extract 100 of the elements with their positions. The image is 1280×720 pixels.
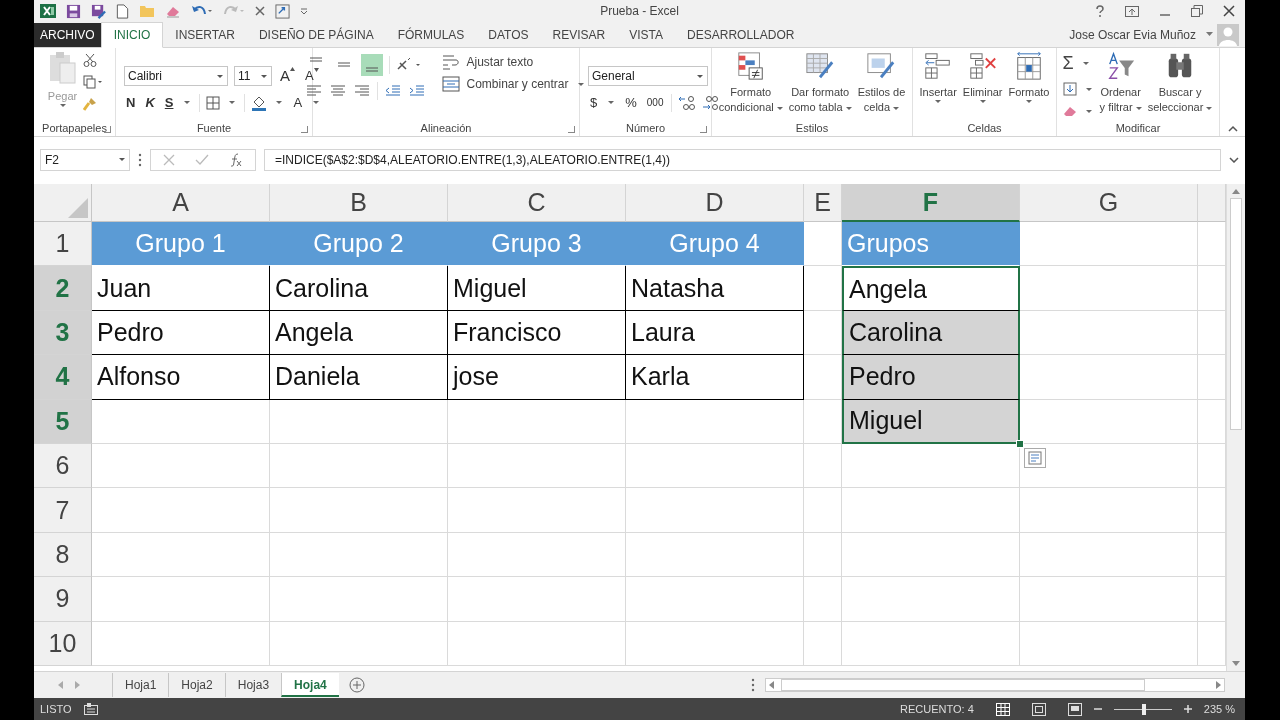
increase-indent-icon[interactable] [408,84,427,98]
row-header[interactable]: 6 [34,443,92,489]
fill-down-icon[interactable] [1062,82,1077,96]
number-format-dropdown[interactable]: General [588,65,708,86]
copy-icon[interactable] [82,75,103,89]
row-header[interactable]: 7 [34,488,92,533]
caret-icon[interactable] [1206,32,1213,37]
column-header[interactable]: G [1020,184,1198,222]
font-name-dropdown[interactable]: Calibri [124,65,228,86]
help-icon[interactable] [1095,5,1105,17]
style-command-button[interactable]: Formato condicional [717,51,784,115]
align-center-icon[interactable] [329,84,348,98]
column-header[interactable]: D [626,184,804,222]
vertical-scrollbar[interactable] [1226,184,1245,671]
sheet-tab[interactable]: Hoja2 [168,673,225,697]
ribbon-tab[interactable]: VISTA [617,23,676,47]
row-header[interactable]: 1 [34,222,92,267]
vertical-align-icon[interactable] [361,54,384,76]
decrease-decimal-icon[interactable] [702,94,721,111]
wrap-text-button[interactable]: Ajustar texto [442,54,587,70]
ribbon-display-icon[interactable] [1125,5,1139,17]
editing-command-button[interactable]: Ordenar y filtrar [1098,51,1143,115]
normal-view-icon[interactable] [995,702,1010,716]
previous-sheet-icon[interactable] [58,681,64,689]
align-left-icon[interactable] [305,84,324,98]
save-as-icon[interactable] [91,3,106,19]
format-painter-icon[interactable] [82,97,97,111]
italic-button[interactable]: K [143,95,157,110]
more-options-icon[interactable] [138,152,142,167]
percent-button[interactable]: % [623,95,639,110]
page-break-icon[interactable] [1067,702,1082,716]
eraser-icon[interactable] [165,4,181,18]
zoom-out-icon[interactable] [1093,705,1102,713]
scroll-right-icon[interactable] [1215,681,1221,689]
merge-center-button[interactable]: Combinar y centrar [442,76,587,92]
zoom-slider-thumb[interactable] [1141,703,1146,715]
sheet-tab[interactable]: Hoja4 [281,673,339,697]
bold-button[interactable]: N [124,95,138,110]
borders-icon[interactable] [206,95,221,110]
style-command-button[interactable]: Estilos de celda [856,51,907,115]
user-name[interactable]: Jose Oscar Evia Muñoz [1069,27,1196,42]
cells-command-button[interactable]: Eliminar [961,51,1004,103]
check-icon[interactable] [195,153,209,166]
decrease-indent-icon[interactable] [384,84,403,98]
zoom-level[interactable]: 235 % [1203,703,1235,715]
column-header[interactable]: B [270,184,448,222]
scroll-thumb[interactable] [1230,198,1242,430]
fill-handle[interactable] [1016,439,1024,448]
font-size-dropdown[interactable]: 11 [234,65,272,86]
macro-record-icon[interactable] [83,703,98,715]
dialog-launcher-icon[interactable] [568,126,575,133]
row-header[interactable]: 3 [34,310,92,356]
save-icon[interactable] [66,3,81,19]
row-header[interactable]: 4 [34,355,92,400]
thousands-button[interactable]: 000 [644,97,666,108]
touch-mode-icon[interactable] [275,3,290,19]
ribbon-tab[interactable]: DESARROLLADOR [675,23,807,47]
page-layout-icon[interactable] [1031,702,1046,716]
column-header[interactable]: E [804,184,842,222]
close-icon[interactable] [1223,5,1235,17]
scroll-down-icon[interactable] [1232,661,1240,667]
new-document-icon[interactable] [116,3,129,19]
close-icon[interactable] [255,6,265,16]
scroll-left-icon[interactable] [769,681,775,689]
name-box[interactable]: F2 [40,148,130,171]
shrink-font-button[interactable]: A [303,68,321,83]
cells-command-button[interactable]: Insertar [918,51,958,103]
fill-color-icon[interactable] [251,94,268,111]
restore-icon[interactable] [1191,5,1203,17]
ribbon-tab[interactable]: DATOS [476,23,541,47]
dialog-launcher-icon[interactable] [700,126,707,133]
ribbon-tab[interactable]: ARCHIVO [34,23,101,47]
font-color-button[interactable]: A [291,95,305,110]
more-options-icon[interactable] [751,678,755,692]
scroll-thumb[interactable] [781,679,1145,691]
ribbon-tab[interactable]: INSERTAR [163,23,247,47]
expand-caret-icon[interactable] [1229,156,1239,163]
add-sheet-icon[interactable] [348,677,365,693]
dialog-launcher-icon[interactable] [301,126,308,133]
scissors-icon[interactable] [82,53,97,67]
next-sheet-icon[interactable] [74,681,80,689]
customize-caret-icon[interactable] [300,7,308,15]
ribbon-tab[interactable]: REVISAR [540,23,618,47]
style-command-button[interactable]: Dar formato como tabla [787,51,853,115]
sheet-tab[interactable]: Hoja1 [112,673,169,697]
row-header[interactable]: 8 [34,532,92,578]
autosum-button[interactable]: Σ [1062,53,1074,74]
align-right-icon[interactable] [353,84,372,98]
currency-button[interactable]: $ [588,95,600,110]
scroll-up-icon[interactable] [1232,188,1240,194]
row-header[interactable]: 10 [34,621,92,666]
collapse-ribbon-icon[interactable] [1227,125,1238,132]
row-header[interactable]: 5 [34,399,92,444]
horizontal-scrollbar[interactable] [765,678,1225,692]
column-header[interactable]: F [842,184,1020,222]
column-header[interactable]: C [448,184,626,222]
ribbon-tab[interactable]: INICIO [100,22,164,48]
ribbon-tab[interactable]: FÓRMULAS [385,23,477,47]
column-header[interactable]: A [92,184,270,222]
editing-command-button[interactable]: Buscar y seleccionar [1146,51,1214,115]
